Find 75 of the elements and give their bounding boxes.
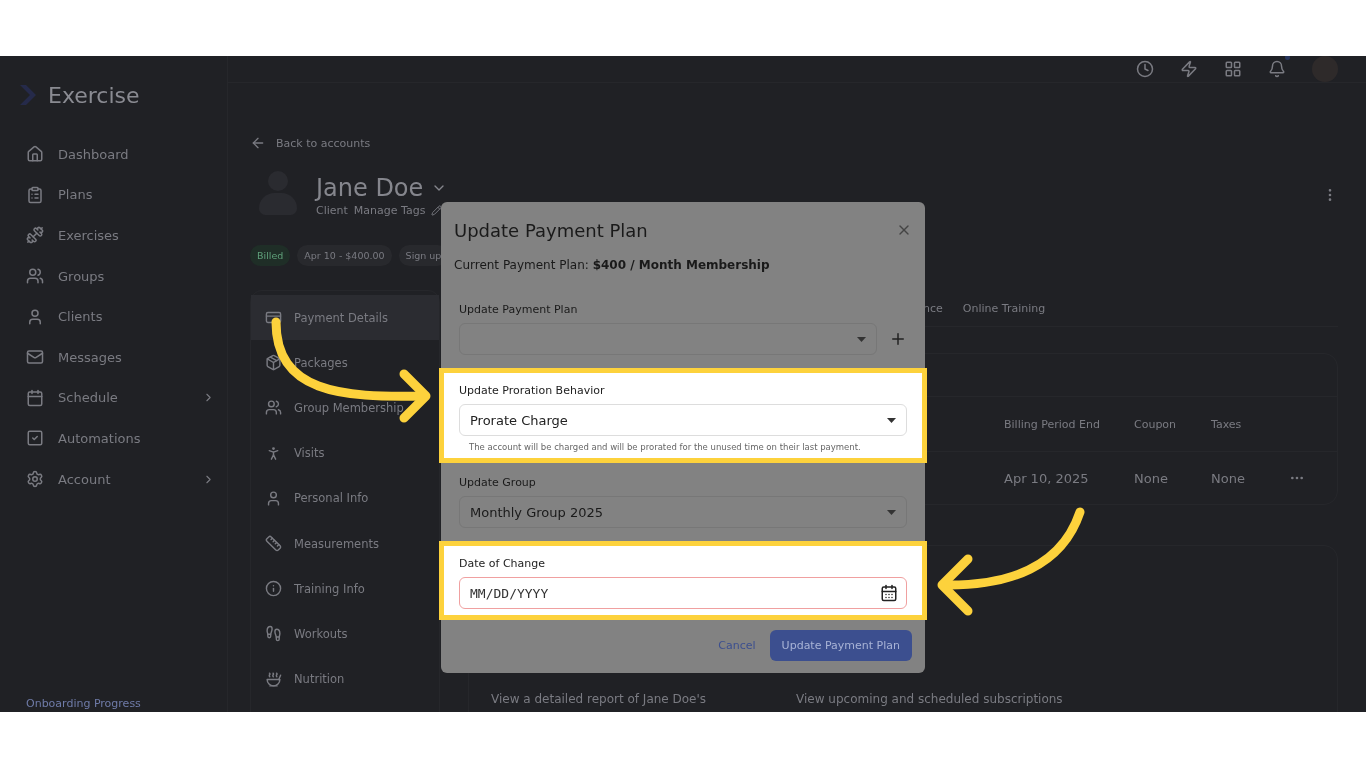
user-icon	[26, 307, 44, 326]
onboarding-link[interactable]: Onboarding Progress	[16, 697, 227, 712]
box-icon	[265, 354, 282, 372]
sidebar-item[interactable]: Dashboard	[16, 134, 227, 175]
account-nav-item[interactable]: Workouts	[251, 611, 439, 657]
lightning-icon[interactable]	[1180, 60, 1198, 78]
table-cell-text: None	[1134, 470, 1169, 486]
back-arrow-icon[interactable]	[250, 135, 266, 151]
ruler-icon	[265, 535, 282, 553]
calendar-icon[interactable]	[880, 584, 898, 602]
select-field[interactable]	[459, 323, 877, 355]
dumbbell-icon	[26, 226, 44, 245]
info-icon	[265, 580, 282, 598]
home-icon	[26, 145, 44, 164]
clock-icon[interactable]	[1136, 60, 1154, 78]
select-field[interactable]: Monthly Group 2025	[459, 496, 907, 528]
account-nav-item[interactable]: Group Membership	[251, 385, 439, 431]
sidebar-item[interactable]: Account	[16, 458, 227, 500]
account-nav-item[interactable]: Visits	[251, 430, 439, 476]
sidebar-item[interactable]: Plans	[16, 174, 227, 216]
client-name: Jane Doe	[316, 173, 424, 202]
settings-icon	[26, 470, 44, 489]
logo-text: Exercise	[48, 82, 140, 108]
user-icon	[265, 489, 282, 507]
report-description: View upcoming and scheduled subscriptions	[796, 692, 1063, 706]
table-cell-text: Apr 10, 2025	[1004, 470, 1090, 486]
sidebar-item[interactable]: Groups	[16, 255, 227, 297]
checkbox-icon	[26, 429, 44, 448]
date-field[interactable]: MM/DD/YYYY	[459, 577, 907, 609]
group-icon	[265, 399, 282, 417]
tab[interactable]: Online Training	[962, 301, 1046, 315]
sidebar-item[interactable]: Messages	[16, 336, 227, 378]
grid-icon[interactable]	[1224, 60, 1242, 78]
table-cell-text: None	[1211, 470, 1246, 486]
group-icon	[26, 267, 44, 286]
add-button[interactable]	[889, 330, 907, 348]
client-role: Client	[316, 203, 348, 217]
field-label: Update Proration Behavior	[459, 384, 606, 397]
notification-bell-icon[interactable]	[1268, 60, 1286, 78]
mail-icon	[26, 348, 44, 367]
submit-button[interactable]: Update Payment Plan	[769, 630, 912, 661]
back-link[interactable]: Back to accounts	[276, 136, 371, 150]
calendar-icon	[26, 388, 44, 407]
column-header: Coupon	[1134, 417, 1178, 431]
report-description: View a detailed report of Jane Doe's	[491, 692, 707, 706]
bowl-icon	[265, 670, 282, 688]
account-nav-item[interactable]: Nutrition	[251, 656, 439, 702]
cancel-button[interactable]: Cancel	[718, 630, 756, 661]
footprints-icon	[265, 625, 282, 643]
sidebar-item[interactable]: Clients	[16, 296, 227, 337]
clipboard-icon	[26, 185, 44, 204]
dropdown-caret-icon	[887, 417, 896, 423]
dialog-title: Update Payment Plan	[454, 219, 648, 241]
field-label: Date of Change	[459, 557, 546, 570]
account-nav-item[interactable]: Packages	[251, 340, 439, 386]
sidebar-item[interactable]: Exercises	[16, 215, 227, 256]
dropdown-caret-icon	[857, 336, 866, 342]
column-header: Taxes	[1211, 417, 1243, 431]
status-badge: Billed	[250, 245, 291, 266]
account-nav-item[interactable]: Measurements	[251, 520, 439, 567]
helper-text: The account will be charged and will be prorated for the unused time on their last payment.	[469, 442, 862, 452]
field-label: Update Payment Plan	[459, 303, 579, 316]
info-chip: Apr 10 - $400.00	[297, 245, 392, 266]
sidebar-item[interactable]: Schedule	[16, 377, 227, 419]
dropdown-caret-icon	[887, 509, 896, 515]
account-nav-item[interactable]: Personal Info	[251, 475, 439, 521]
field-label: Update Group	[459, 476, 537, 489]
account-nav-item[interactable]: Payment Details	[251, 295, 439, 341]
sidebar-item[interactable]: Automations	[16, 418, 227, 459]
select-field[interactable]: Prorate Charge	[459, 404, 907, 436]
pencil-icon[interactable]	[431, 204, 443, 216]
current-plan-text: Current Payment Plan: $400 / Month Membership	[454, 258, 771, 272]
manage-tags-link[interactable]: Manage Tags	[353, 203, 426, 217]
account-nav-item[interactable]: Training Info	[251, 566, 439, 612]
column-header: Billing Period End	[1004, 417, 1101, 431]
